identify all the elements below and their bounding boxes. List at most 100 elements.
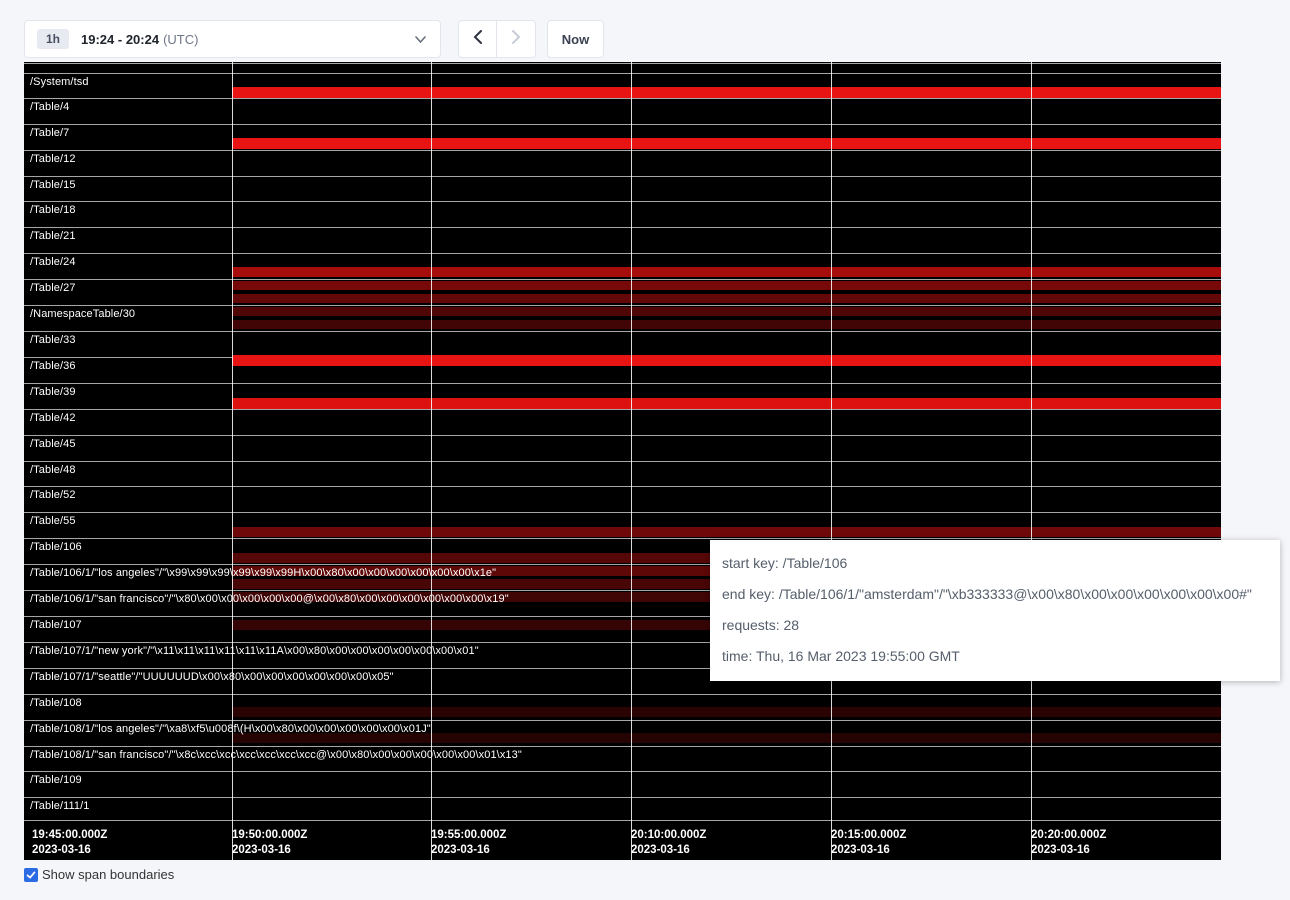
time-zone-label: (UTC): [163, 32, 198, 47]
chevron-right-icon: [512, 30, 521, 49]
heat-band: [232, 707, 1221, 717]
span-key-label: /Table/15: [30, 179, 76, 191]
span-key-label: /Table/4: [30, 101, 69, 113]
span-boundary-line: [24, 63, 1221, 64]
span-boundary-line: [24, 409, 1221, 410]
heatmap-tooltip: start key: /Table/106 end key: /Table/10…: [710, 540, 1280, 681]
span-boundary-line: [24, 486, 1221, 487]
span-boundary-line: [24, 538, 1221, 539]
span-boundary-line: [24, 150, 1221, 151]
span-key-label: /Table/107/1/"seattle"/"UUUUUUD\x00\x80\…: [30, 671, 394, 683]
time-gridline: [631, 62, 632, 860]
span-key-label: /Table/106: [30, 541, 82, 553]
span-key-label: /Table/52: [30, 489, 76, 501]
now-button[interactable]: Now: [547, 20, 604, 58]
span-key-label: /Table/106/1/"los angeles"/"\x99\x99\x99…: [30, 567, 496, 579]
span-boundary-line: [24, 771, 1221, 772]
duration-badge: 1h: [37, 29, 69, 49]
time-gridline: [831, 62, 832, 860]
span-key-label: /Table/24: [30, 256, 76, 268]
footer-controls: Show span boundaries: [24, 867, 174, 882]
time-axis-time: 19:55:00.000Z: [431, 828, 506, 843]
span-key-label: /Table/27: [30, 282, 76, 294]
tooltip-end-key: end key: /Table/106/1/"amsterdam"/"\xb33…: [722, 586, 1268, 602]
time-axis-label: 20:15:00.000Z2023-03-16: [831, 828, 906, 858]
heat-band: [232, 320, 1221, 329]
span-boundary-line: [24, 746, 1221, 747]
time-axis-time: 19:45:00.000Z: [32, 828, 107, 843]
show-span-boundaries-checkbox[interactable]: [24, 868, 38, 882]
span-boundary-line: [24, 512, 1221, 513]
span-key-label: /Table/39: [30, 386, 76, 398]
time-axis-date: 2023-03-16: [831, 843, 906, 858]
time-axis-label: 19:55:00.000Z2023-03-16: [431, 828, 506, 858]
span-key-label: /Table/33: [30, 334, 76, 346]
span-key-label: /Table/108/1/"los angeles"/"\xa8\xf5\u00…: [30, 723, 431, 735]
span-boundary-line: [24, 73, 1221, 74]
span-key-label: /Table/111/1: [30, 800, 90, 812]
span-key-label: /Table/45: [30, 438, 76, 450]
span-boundary-line: [24, 124, 1221, 125]
time-axis-time: 20:10:00.000Z: [631, 828, 706, 843]
span-boundary-line: [24, 820, 1221, 821]
heatmap-canvas[interactable]: /System/tsd/Table/4/Table/7/Table/12/Tab…: [24, 62, 1221, 860]
time-gridline: [232, 62, 233, 860]
span-key-label: /Table/18: [30, 204, 76, 216]
span-boundary-line: [24, 461, 1221, 462]
span-key-label: /Table/48: [30, 464, 76, 476]
chevron-left-icon: [473, 30, 482, 49]
span-boundary-line: [24, 279, 1221, 280]
time-axis-time: 19:50:00.000Z: [232, 828, 307, 843]
span-boundary-line: [24, 435, 1221, 436]
tooltip-requests: requests: 28: [722, 617, 1268, 633]
prev-time-button[interactable]: [458, 20, 497, 58]
span-boundary-line: [24, 201, 1221, 202]
heat-band: [232, 355, 1221, 366]
span-boundary-line: [24, 331, 1221, 332]
span-boundary-line: [24, 383, 1221, 384]
tooltip-start-key: start key: /Table/106: [722, 555, 1268, 571]
time-nav-group: [458, 20, 536, 58]
next-time-button[interactable]: [497, 20, 536, 58]
time-range-label: 19:24 - 20:24: [81, 32, 159, 47]
span-boundary-line: [24, 98, 1221, 99]
heat-band: [232, 398, 1221, 409]
span-key-label: /NamespaceTable/30: [30, 308, 135, 320]
tooltip-time: time: Thu, 16 Mar 2023 19:55:00 GMT: [722, 648, 1268, 664]
time-axis-time: 20:20:00.000Z: [1031, 828, 1106, 843]
span-boundary-line: [24, 176, 1221, 177]
span-key-label: /Table/21: [30, 230, 76, 242]
time-axis-time: 20:15:00.000Z: [831, 828, 906, 843]
time-axis-date: 2023-03-16: [431, 843, 506, 858]
span-key-label: /Table/107/1/"new york"/"\x11\x11\x11\x1…: [30, 645, 479, 657]
heat-band: [232, 87, 1221, 98]
chevron-down-icon: [415, 36, 426, 43]
heat-band: [232, 281, 1221, 290]
span-key-label: /Table/42: [30, 412, 76, 424]
heat-band: [232, 138, 1221, 149]
span-key-label: /Table/12: [30, 153, 76, 165]
time-axis-label: 19:45:00.000Z2023-03-16: [32, 828, 107, 858]
toolbar: 1h 19:24 - 20:24 (UTC) Now: [24, 20, 604, 58]
span-boundary-line: [24, 694, 1221, 695]
span-key-label: /Table/106/1/"san francisco"/"\x80\x00\x…: [30, 593, 509, 605]
time-axis-date: 2023-03-16: [1031, 843, 1106, 858]
span-boundary-line: [24, 720, 1221, 721]
span-key-label: /Table/109: [30, 774, 82, 786]
span-key-label: /Table/108: [30, 697, 82, 709]
span-key-label: /Table/107: [30, 619, 82, 631]
heat-band: [232, 294, 1221, 303]
span-key-label: /System/tsd: [30, 76, 89, 88]
time-gridline: [431, 62, 432, 860]
span-key-label: /Table/7: [30, 127, 69, 139]
span-boundary-line: [24, 305, 1221, 306]
span-boundary-line: [24, 227, 1221, 228]
span-key-label: /Table/108/1/"san francisco"/"\x8c\xcc\x…: [30, 749, 522, 761]
span-key-label: /Table/36: [30, 360, 76, 372]
span-boundary-line: [24, 253, 1221, 254]
time-range-picker[interactable]: 1h 19:24 - 20:24 (UTC): [24, 20, 441, 58]
heat-band: [232, 267, 1221, 277]
span-boundary-line: [24, 797, 1221, 798]
heat-band: [232, 527, 1221, 537]
time-axis-label: 19:50:00.000Z2023-03-16: [232, 828, 307, 858]
